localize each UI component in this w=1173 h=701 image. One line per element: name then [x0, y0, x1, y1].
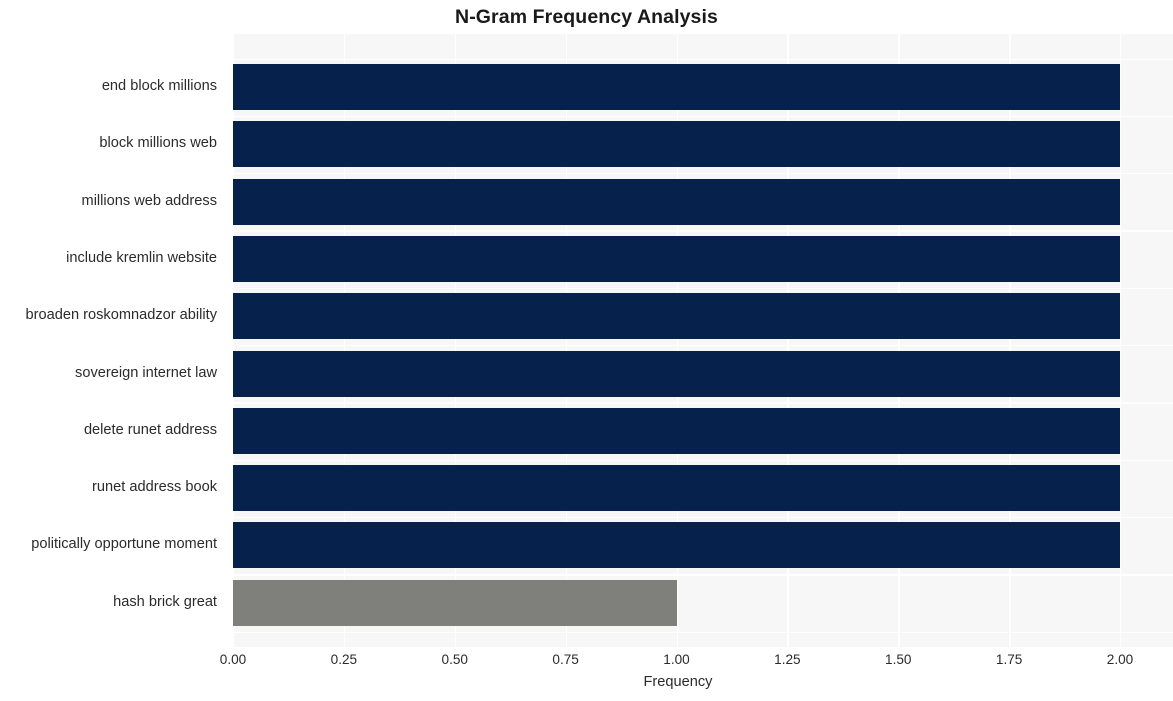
y-axis-tick-label: end block millions — [101, 78, 217, 94]
bar — [233, 178, 1120, 225]
x-axis-tick-label: 0.75 — [552, 652, 579, 667]
y-axis-tick-label: delete runet address — [83, 421, 217, 438]
gridline-horizontal — [233, 631, 1173, 633]
bar — [233, 121, 1120, 168]
bar — [233, 522, 1120, 569]
y-axis-tick-label: millions web address — [81, 192, 217, 209]
x-axis-tick-label: 1.00 — [663, 652, 690, 667]
y-axis-tick-label: sovereign internet law — [75, 364, 217, 381]
x-axis-tick-label: 0.00 — [219, 652, 247, 667]
bar — [233, 64, 1120, 110]
bar — [233, 293, 1120, 340]
chart-title: N-Gram Frequency Analysis — [455, 6, 718, 28]
x-axis-tick-label: 1.50 — [885, 652, 912, 667]
chart-figure: N-Gram Frequency Analysis end block mill… — [0, 0, 1173, 701]
y-axis-tick-label: block millions web — [99, 135, 217, 152]
x-axis-tick-label: 0.25 — [330, 652, 358, 667]
x-axis-label: Frequency — [643, 674, 713, 690]
plot-area — [233, 34, 1173, 647]
gridline-horizontal — [233, 516, 1173, 519]
bar — [233, 579, 677, 626]
gridline-horizontal — [233, 402, 1173, 404]
bar — [233, 465, 1120, 512]
y-axis-tick-label: include kremlin website — [66, 249, 217, 266]
gridline-horizontal — [233, 287, 1173, 290]
bar — [233, 350, 1120, 397]
gridline-horizontal — [233, 115, 1173, 118]
y-axis-tick-label: broaden roskomnadzor ability — [25, 307, 217, 324]
y-axis-tick-label: runet address book — [92, 479, 217, 496]
bar — [233, 407, 1120, 454]
y-axis-tick-labels: end block millions block millions web mill… — [0, 34, 225, 647]
gridline-horizontal — [233, 230, 1173, 232]
y-axis-tick-label: hash brick great — [113, 593, 217, 610]
gridline-horizontal — [233, 58, 1173, 60]
x-axis-tick-label: 0.50 — [441, 652, 468, 667]
gridline-horizontal — [233, 459, 1173, 461]
bar — [233, 235, 1120, 282]
x-axis-tick-label: 2.00 — [1106, 652, 1134, 667]
y-axis-tick-label: politically opportune moment — [31, 536, 217, 553]
gridline-vertical — [1120, 34, 1122, 647]
gridline-horizontal — [233, 173, 1173, 175]
gridline-horizontal — [233, 345, 1173, 347]
x-axis-tick-label: 1.25 — [774, 652, 801, 667]
gridline-horizontal — [233, 574, 1173, 576]
x-axis-tick-label: 1.75 — [995, 652, 1023, 667]
x-axis-tick-labels: 0.00 0.25 0.50 0.75 1.00 1.25 1.50 1.75 2.00 — [220, 647, 1173, 673]
